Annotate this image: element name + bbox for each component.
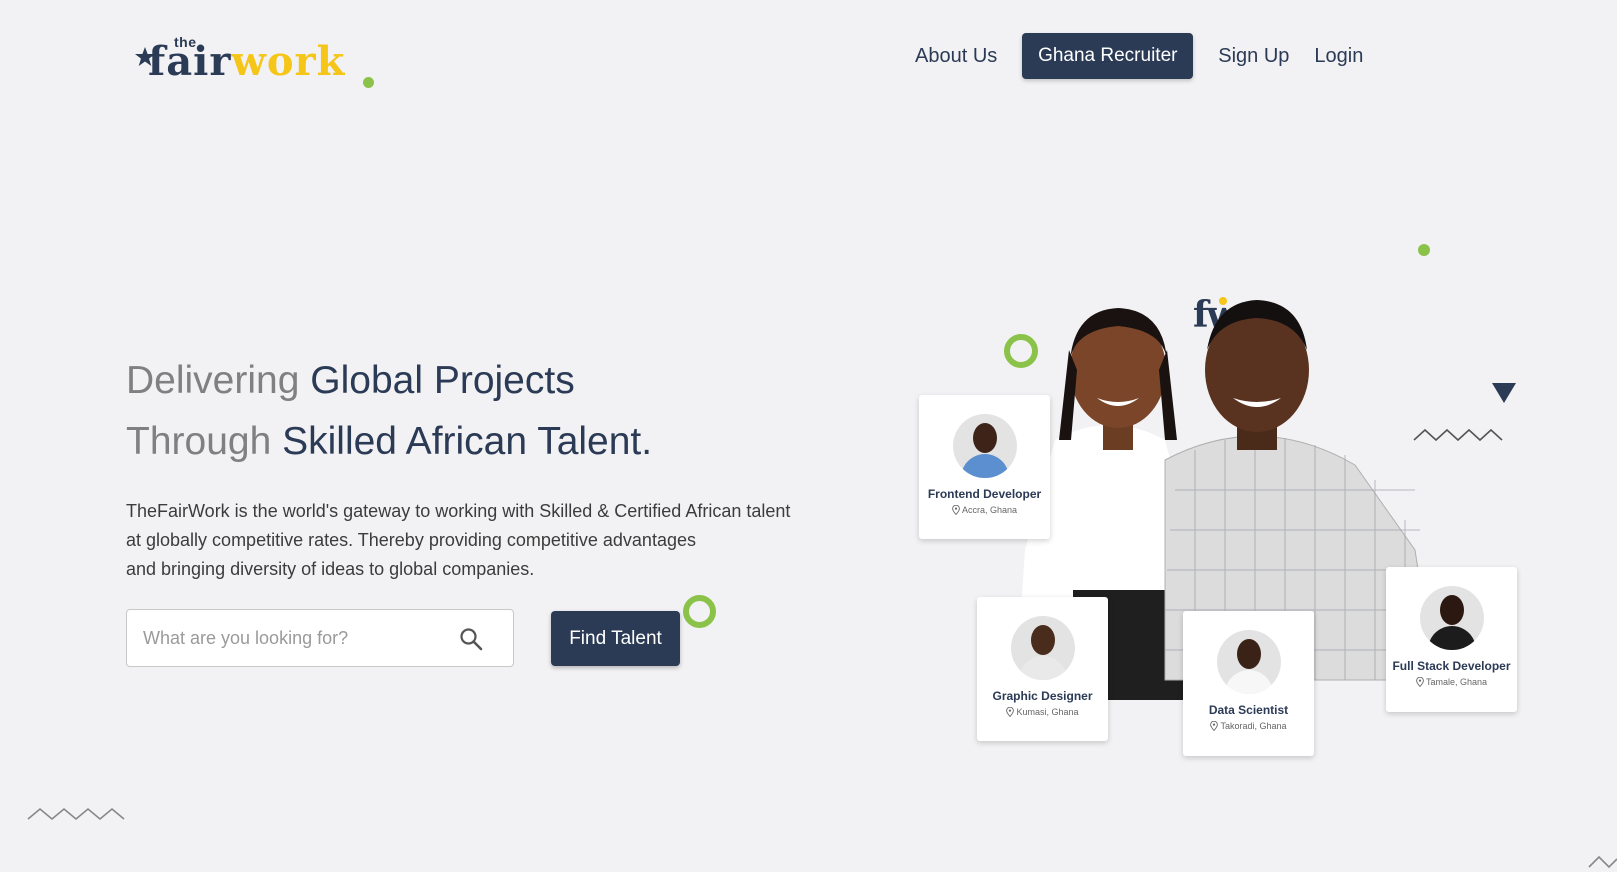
decor-ring (683, 595, 716, 628)
talent-location: Takoradi, Ghana (1210, 721, 1287, 731)
headline-line2-muted: Through (126, 420, 272, 463)
talent-role: Data Scientist (1208, 703, 1289, 717)
talent-role: Graphic Designer (992, 689, 1093, 703)
talent-location-text: Tamale, Ghana (1425, 677, 1488, 687)
talent-location: Tamale, Ghana (1416, 677, 1487, 687)
headline-line1-dark: Global Projects (310, 359, 575, 402)
talent-card[interactable]: Data Scientist Takoradi, Ghana (1183, 611, 1314, 756)
talent-card[interactable]: Frontend Developer Accra, Ghana (919, 395, 1050, 539)
avatar (1216, 630, 1281, 694)
talent-role: Full Stack Developer (1392, 659, 1511, 673)
talent-location: Accra, Ghana (952, 505, 1017, 515)
search-icon[interactable] (459, 627, 483, 651)
main-nav: About Us Ghana Recruiter Sign Up Login (915, 33, 1363, 79)
zigzag-icon (1588, 855, 1617, 869)
find-talent-button[interactable]: Find Talent (551, 611, 680, 666)
location-pin-icon (1006, 707, 1015, 717)
nav-about-us-link[interactable]: About Us (915, 45, 997, 68)
headline-line1-muted: Delivering (126, 359, 300, 402)
ghana-recruiter-button[interactable]: Ghana Recruiter (1022, 33, 1194, 79)
site-logo[interactable]: the fairwork (134, 32, 384, 96)
location-pin-icon (952, 505, 960, 515)
nav-sign-up-link[interactable]: Sign Up (1218, 45, 1289, 68)
logo-fair-text: fair (148, 38, 232, 85)
description-line-1: TheFairWork is the world's gateway to wo… (126, 501, 791, 521)
logo-work-text: work (231, 38, 346, 85)
hero-headline: Delivering Global Projects Through Skill… (126, 350, 652, 472)
talent-location: Kumasi, Ghana (1006, 707, 1079, 717)
description-line-2: at globally competitive rates. Thereby p… (126, 530, 696, 550)
search-input[interactable] (143, 610, 443, 666)
logo-dot (363, 77, 374, 88)
search-box (126, 609, 514, 667)
nav-login-link[interactable]: Login (1314, 45, 1363, 68)
headline-line2-dark: Skilled African Talent. (282, 420, 653, 463)
talent-card[interactable]: Full Stack Developer Tamale, Ghana (1386, 567, 1517, 712)
avatar (952, 414, 1017, 478)
talent-location-text: Takoradi, Ghana (1220, 721, 1287, 731)
location-pin-icon (1210, 721, 1219, 731)
talent-card[interactable]: Graphic Designer Kumasi, Ghana (977, 597, 1108, 741)
talent-location-text: Kumasi, Ghana (1016, 707, 1079, 717)
talent-role: Frontend Developer (927, 487, 1042, 501)
decor-dot (1418, 244, 1430, 256)
hero-description: TheFairWork is the world's gateway to wo… (126, 497, 846, 584)
logo-wordmark: fairwork (148, 42, 345, 82)
zigzag-icon (27, 807, 125, 821)
location-pin-icon (1416, 677, 1424, 687)
description-line-3: and bringing diversity of ideas to globa… (126, 559, 535, 579)
triangle-icon (1492, 383, 1516, 403)
talent-location-text: Accra, Ghana (961, 505, 1018, 515)
avatar (1010, 616, 1075, 680)
avatar (1419, 586, 1484, 650)
